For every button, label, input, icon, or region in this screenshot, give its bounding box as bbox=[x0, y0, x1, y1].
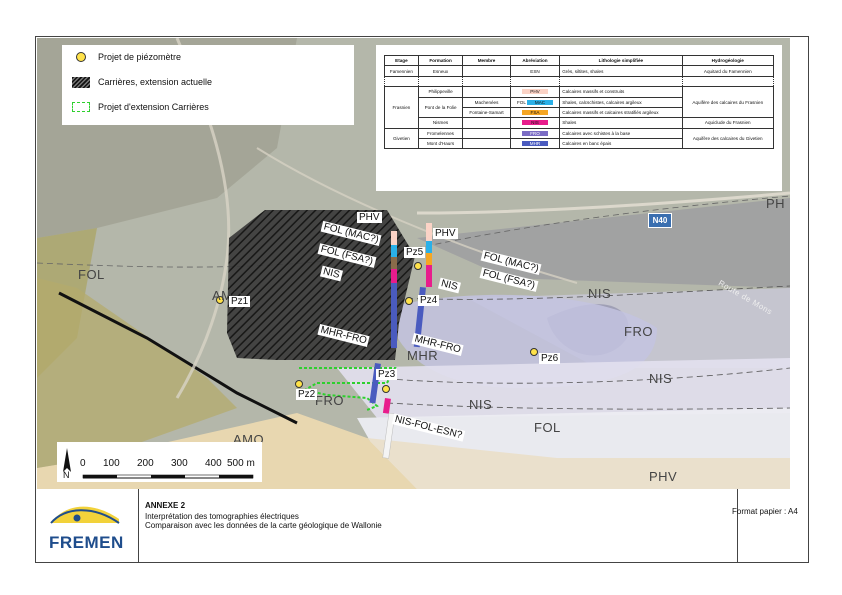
map-label-mhr: MHR bbox=[407, 348, 439, 363]
annex-line-1: Interprétation des tomographies électriq… bbox=[145, 512, 299, 521]
legend-item-extension: Projet d'extension Carrières bbox=[70, 100, 209, 114]
col-header: Membre bbox=[462, 54, 511, 67]
piezometer-label-pz2[interactable]: Pz2 bbox=[296, 389, 318, 400]
table-row: Frasnien Philippeville PHV Calcaires mas… bbox=[384, 86, 775, 129]
scale-tick: 500 m bbox=[227, 458, 255, 469]
road-sign-n40: N40 bbox=[648, 213, 672, 228]
logo-text: FREMEN bbox=[49, 533, 124, 552]
north-label: N bbox=[63, 470, 70, 480]
map-label-fol-bottom: FOL bbox=[534, 420, 561, 435]
scale-tick: 200 bbox=[137, 458, 154, 469]
map-label-ph: PH bbox=[766, 196, 786, 211]
stratigraphy-table-panel: Etage Formation Membre Abréviation Litho… bbox=[376, 45, 782, 191]
piezometer-label-pz1[interactable]: Pz1 bbox=[229, 296, 251, 307]
map-label-phv: PHV bbox=[649, 469, 678, 484]
extension-dashed-icon bbox=[72, 102, 90, 112]
col-header: Abréviation bbox=[509, 54, 561, 67]
stratigraphy-table: Etage Formation Membre Abréviation Litho… bbox=[384, 54, 775, 150]
table-row: Nismes NIS Shales Aquiclude du Frasnien bbox=[385, 117, 775, 129]
map-label-nis-right: NIS bbox=[649, 371, 673, 386]
map-label-fol: FOL bbox=[78, 267, 105, 282]
annex-line-2: Comparaison avec les données de la carte… bbox=[145, 521, 382, 530]
title-block: FREMEN ANNEXE 2 Interprétation des tomog… bbox=[35, 489, 809, 563]
profile-left bbox=[391, 231, 397, 348]
north-arrow-icon bbox=[63, 448, 71, 472]
legend-label: Projet de piézomètre bbox=[98, 52, 182, 62]
piezometer-label-pz6[interactable]: Pz6 bbox=[539, 353, 561, 364]
scale-tick: 0 bbox=[80, 458, 86, 469]
quarry-current-area bbox=[227, 210, 415, 360]
legend-label: Carrières, extension actuelle bbox=[98, 77, 213, 87]
col-header: Lithologie simplifiée bbox=[559, 54, 683, 67]
paper-format: Format papier : A4 bbox=[732, 507, 798, 516]
col-header: Formation bbox=[417, 54, 464, 67]
fremen-logo: FREMEN bbox=[35, 489, 139, 563]
quarry-hatch-icon bbox=[72, 76, 90, 88]
piezometer-label-pz4[interactable]: Pz4 bbox=[418, 295, 440, 306]
scale-tick: 100 bbox=[103, 458, 120, 469]
col-header: Hydrogéologie bbox=[681, 54, 775, 67]
map-label-nis: NIS bbox=[588, 286, 612, 301]
table-row: Givetien Fromelennes FRO Calcaires avec … bbox=[384, 127, 775, 150]
legend-label: Projet d'extension Carrières bbox=[98, 102, 209, 112]
profile-label-phv-left: PHV bbox=[357, 212, 382, 223]
table-row: Famennien Esneux ESN Grès, siltites, sha… bbox=[384, 65, 775, 77]
annex-caption: ANNEXE 2 Interprétation des tomographies… bbox=[138, 489, 738, 563]
legend-item-piezometer: Projet de piézomètre bbox=[70, 50, 181, 64]
piezometer-dot-icon bbox=[76, 52, 86, 62]
map-label-nis-bottom: NIS bbox=[469, 397, 493, 412]
profile-label-phv-right: PHV bbox=[433, 228, 458, 239]
map-legend: Projet de piézomètre Carrières, extensio… bbox=[62, 45, 354, 125]
annex-title: ANNEXE 2 bbox=[145, 501, 186, 510]
piezometer-label-pz5[interactable]: Pz5 bbox=[404, 247, 426, 258]
scale-tick: 400 bbox=[205, 458, 222, 469]
map-label-fro-bottom: FRO bbox=[315, 393, 344, 408]
map-label-fro: FRO bbox=[624, 324, 653, 339]
scale-bar: N 0 100 200 300 400 500 m bbox=[57, 442, 262, 482]
piezometer-label-pz3[interactable]: Pz3 bbox=[376, 369, 398, 380]
legend-item-quarry: Carrières, extension actuelle bbox=[70, 75, 212, 89]
scale-tick: 300 bbox=[171, 458, 188, 469]
col-header: Etage bbox=[384, 54, 419, 67]
